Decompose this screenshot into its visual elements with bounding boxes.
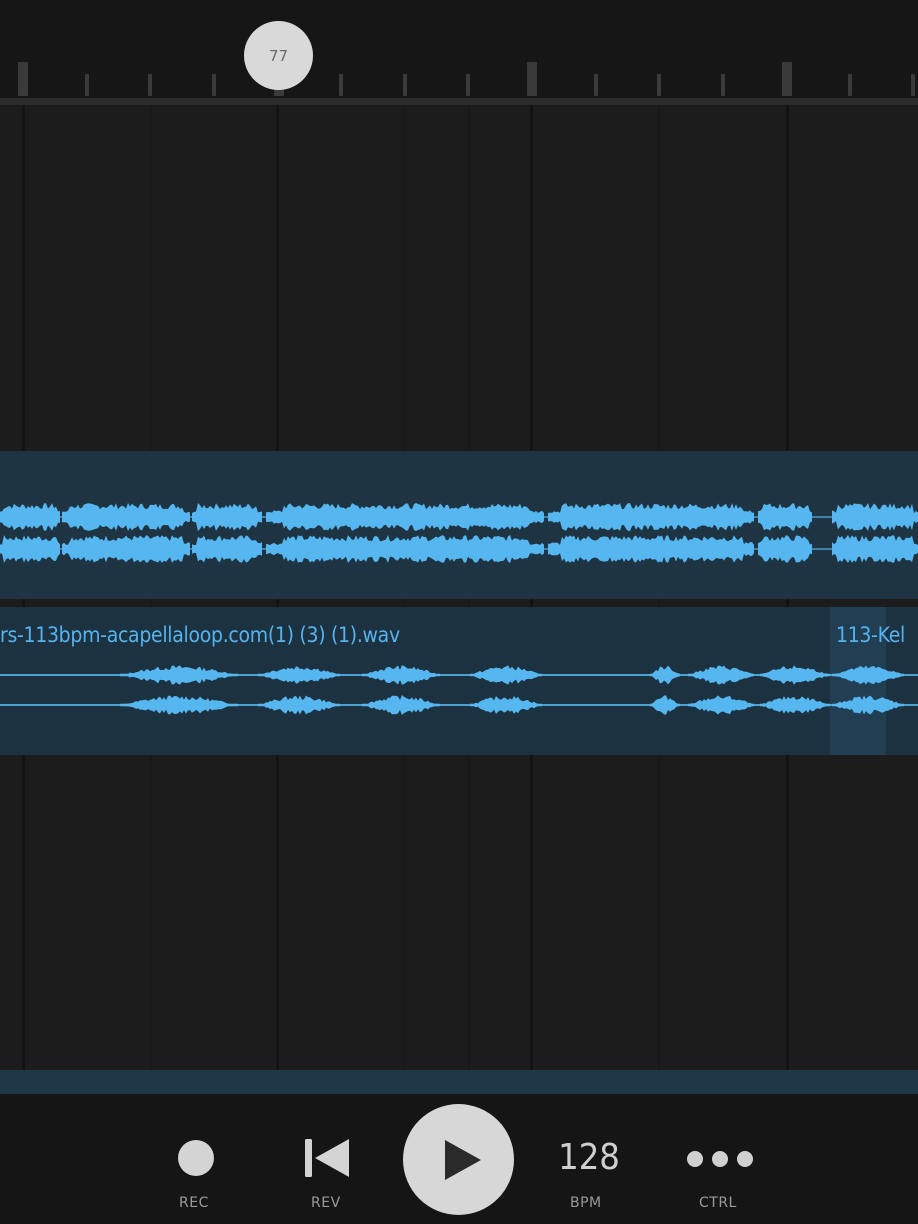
ruler-tick: [594, 74, 598, 96]
play-icon: [445, 1140, 481, 1180]
ruler-tick: [782, 62, 792, 96]
ruler-tick: [339, 74, 343, 96]
ruler-baseline: [0, 98, 918, 105]
ruler-tick: [85, 74, 89, 96]
timeline-ruler[interactable]: [0, 0, 918, 100]
rev-label: REV: [311, 1195, 341, 1211]
clip-waveform: [0, 503, 918, 563]
ctrl-label: CTRL: [699, 1195, 737, 1211]
ruler-tick: [721, 74, 725, 96]
clip-waveform: [0, 665, 918, 715]
more-dots-icon[interactable]: [684, 1148, 756, 1170]
ruler-tick: [18, 62, 28, 96]
ruler-tick: [657, 74, 661, 96]
skip-back-icon[interactable]: [302, 1137, 352, 1179]
ruler-tick: [848, 74, 852, 96]
track-area[interactable]: rs-113bpm-acapellaloop.com(1) (3) (1).wa…: [0, 105, 918, 1070]
ruler-tick: [911, 74, 915, 96]
track-footer-strip: [0, 1070, 918, 1094]
ruler-tick: [403, 74, 407, 96]
ruler-tick: [527, 62, 537, 96]
ruler-tick: [212, 74, 216, 96]
audio-clip[interactable]: [0, 451, 918, 599]
audio-clip[interactable]: rs-113bpm-acapellaloop.com(1) (3) (1).wa…: [0, 607, 918, 755]
ruler-tick: [148, 74, 152, 96]
record-button[interactable]: [178, 1140, 214, 1176]
bpm-label: BPM: [570, 1195, 602, 1211]
ruler-tick: [466, 74, 470, 96]
play-button[interactable]: [403, 1104, 514, 1215]
rec-label: REC: [179, 1195, 209, 1211]
bpm-value[interactable]: 128: [553, 1137, 625, 1178]
playhead-marker[interactable]: 77: [244, 21, 313, 90]
